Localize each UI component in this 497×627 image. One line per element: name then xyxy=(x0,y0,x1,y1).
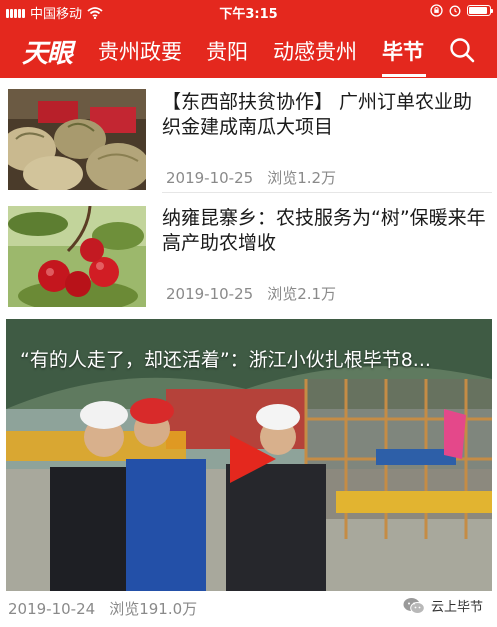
top-navigation: 天眼 贵州政要 贵阳 动感贵州 毕节 xyxy=(0,22,497,78)
red-fruit-image xyxy=(8,206,146,307)
video-card[interactable]: “有的人走了，却还活着”：浙江小伙扎根毕节8... xyxy=(6,319,492,591)
divider xyxy=(162,192,492,193)
battery-icon xyxy=(467,5,493,16)
article-title[interactable]: 【东西部扶贫协作】 广州订单农业助织金建成南瓜大项目 xyxy=(162,90,490,140)
status-time: 下午3:15 xyxy=(219,7,278,22)
active-tab-indicator xyxy=(382,74,426,77)
source-watermark: 云上毕节 xyxy=(403,596,483,615)
lock-rotation-icon xyxy=(430,4,443,17)
article-meta: 2019-10-25 浏览1.2万 xyxy=(166,167,336,188)
article-views: 浏览2.1万 xyxy=(267,285,337,303)
alarm-icon xyxy=(449,5,461,17)
wechat-icon xyxy=(403,597,425,614)
article-list-item[interactable]: 纳雍昆寨乡：农技服务为“树”保暖来年高产助农增收 2019-10-25 浏览2.1… xyxy=(0,196,497,314)
app-logo[interactable]: 天眼 xyxy=(22,33,73,70)
article-date: 2019-10-25 xyxy=(166,169,254,187)
pumpkin-harvest-image xyxy=(8,89,146,190)
status-bar: 中国移动 下午3:15 xyxy=(0,0,497,22)
status-right xyxy=(430,4,493,17)
tab-bijie[interactable]: 毕节 xyxy=(382,36,424,66)
article-list-item[interactable]: 【东西部扶贫协作】 广州订单农业助织金建成南瓜大项目 2019-10-25 浏览1… xyxy=(0,78,497,196)
tab-guizhou-politics[interactable]: 贵州政要 xyxy=(98,36,182,66)
watermark-label: 云上毕节 xyxy=(430,600,483,615)
video-date: 2019-10-24 xyxy=(8,600,96,618)
play-icon[interactable] xyxy=(224,431,280,487)
tab-guiyang[interactable]: 贵阳 xyxy=(206,36,248,66)
search-icon[interactable] xyxy=(448,36,476,64)
tab-dynamic-guizhou[interactable]: 动感贵州 xyxy=(273,36,357,66)
video-views: 浏览191.0万 xyxy=(109,600,198,618)
article-views: 浏览1.2万 xyxy=(267,169,337,187)
video-title[interactable]: “有的人走了，却还活着”：浙江小伙扎根毕节8... xyxy=(20,345,482,372)
article-date: 2019-10-25 xyxy=(166,285,254,303)
article-title[interactable]: 纳雍昆寨乡：农技服务为“树”保暖来年高产助农增收 xyxy=(162,206,490,256)
video-meta: 2019-10-24 浏览191.0万 xyxy=(8,598,197,619)
article-meta: 2019-10-25 浏览2.1万 xyxy=(166,283,336,304)
